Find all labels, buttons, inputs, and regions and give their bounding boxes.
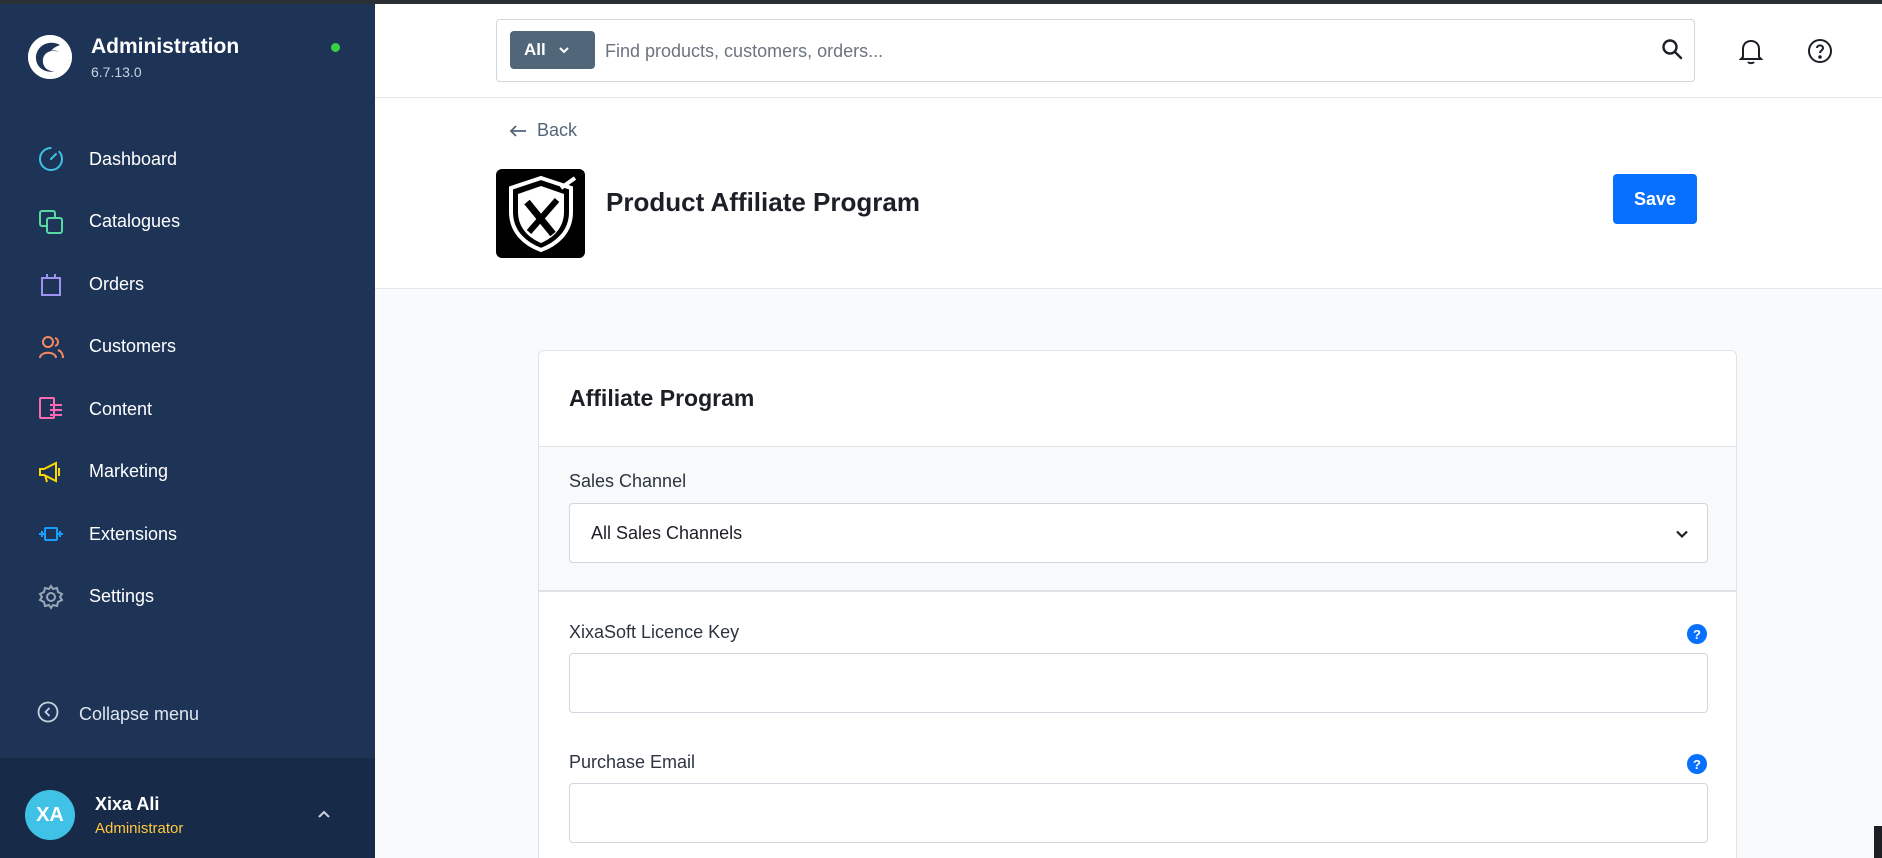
sidebar-item-customers[interactable]: Customers [0, 316, 375, 379]
catalogues-icon [37, 208, 65, 236]
card-title: Affiliate Program [569, 385, 755, 411]
sidebar-item-label: Settings [89, 586, 155, 607]
page-header: Back Product Affiliate Program Save [375, 98, 1882, 289]
sidebar-item-catalogues[interactable]: Catalogues [0, 191, 375, 254]
chevron-left-circle-icon [37, 701, 59, 728]
customers-icon [37, 333, 65, 361]
collapse-menu-label: Collapse menu [79, 704, 200, 724]
user-name: Xixa Ali [95, 794, 160, 814]
search-type-dropdown[interactable]: All [510, 31, 595, 69]
page-title: Product Affiliate Program [606, 187, 920, 217]
sidebar: Administration 6.7.13.0 Dashboard Catalo… [0, 0, 375, 858]
licence-key-label: XixaSoft Licence Key [569, 622, 740, 642]
sidebar-item-label: Extensions [89, 523, 178, 544]
arrow-left-icon [509, 124, 526, 137]
user-role: Administrator [95, 820, 184, 837]
content-icon [37, 395, 65, 423]
purchase-email-label: Purchase Email [569, 752, 696, 772]
marketing-icon [37, 458, 65, 486]
sidebar-item-label: Customers [89, 336, 177, 357]
help-icon[interactable] [1807, 38, 1833, 69]
online-status-dot [331, 43, 340, 52]
licence-key-field[interactable] [569, 653, 1708, 713]
chevron-down-icon [1676, 530, 1688, 539]
collapse-menu-button[interactable]: Collapse menu [37, 701, 199, 728]
sidebar-item-label: Content [89, 398, 153, 419]
sales-channel-value: All Sales Channels [591, 523, 743, 543]
back-link[interactable]: Back [509, 120, 577, 141]
save-button[interactable]: Save [1613, 174, 1697, 224]
user-profile[interactable]: XA Xixa Ali Administrator [0, 758, 375, 858]
notification-bell-icon[interactable] [1737, 37, 1765, 70]
sidebar-item-label: Dashboard [89, 148, 178, 169]
sales-channel-label: Sales Channel [569, 471, 687, 491]
avatar: XA [25, 790, 75, 840]
sidebar-item-extensions[interactable]: Extensions [0, 503, 375, 566]
search-input[interactable] [605, 32, 1605, 70]
sidebar-item-label: Orders [89, 273, 145, 294]
dashboard-icon [37, 145, 65, 173]
shopware-logo-icon [28, 35, 72, 79]
settings-icon [37, 583, 65, 611]
top-header: All [375, 4, 1882, 98]
sales-channel-select[interactable]: All Sales Channels [569, 503, 1708, 563]
purchase-email-field[interactable] [569, 783, 1708, 843]
extensions-icon [37, 520, 65, 548]
licence-key-help-icon[interactable]: ? [1687, 624, 1707, 644]
orders-icon [37, 270, 65, 298]
back-label: Back [537, 120, 578, 140]
scrollbar-thumb[interactable] [1874, 826, 1882, 858]
sidebar-item-orders[interactable]: Orders [0, 253, 375, 316]
sales-channel-section: Sales Channel All Sales Channels [539, 447, 1736, 592]
window-top-border [0, 0, 1882, 4]
search-icon[interactable] [1660, 37, 1684, 66]
affiliate-program-card: Affiliate Program Sales Channel All Sale… [538, 350, 1737, 858]
search-type-label: All [524, 40, 546, 59]
sidebar-item-label: Marketing [89, 461, 169, 482]
sidebar-item-settings[interactable]: Settings [0, 566, 375, 629]
global-search: All [496, 19, 1695, 82]
purchase-email-help-icon[interactable]: ? [1687, 754, 1707, 774]
sidebar-item-label: Catalogues [89, 211, 181, 232]
shield-logo-icon [508, 175, 576, 252]
extension-logo [496, 169, 585, 258]
brand-title: Administration [91, 35, 240, 58]
sidebar-item-content[interactable]: Content [0, 378, 375, 441]
brand[interactable]: Administration 6.7.13.0 [28, 34, 239, 80]
chevron-down-icon [559, 47, 569, 54]
sidebar-item-marketing[interactable]: Marketing [0, 441, 375, 504]
main-navigation: Dashboard Catalogues Orders Customers Co… [0, 128, 375, 628]
sidebar-item-dashboard[interactable]: Dashboard [0, 128, 375, 191]
chevron-up-icon[interactable] [316, 806, 332, 827]
brand-version: 6.7.13.0 [91, 64, 142, 80]
